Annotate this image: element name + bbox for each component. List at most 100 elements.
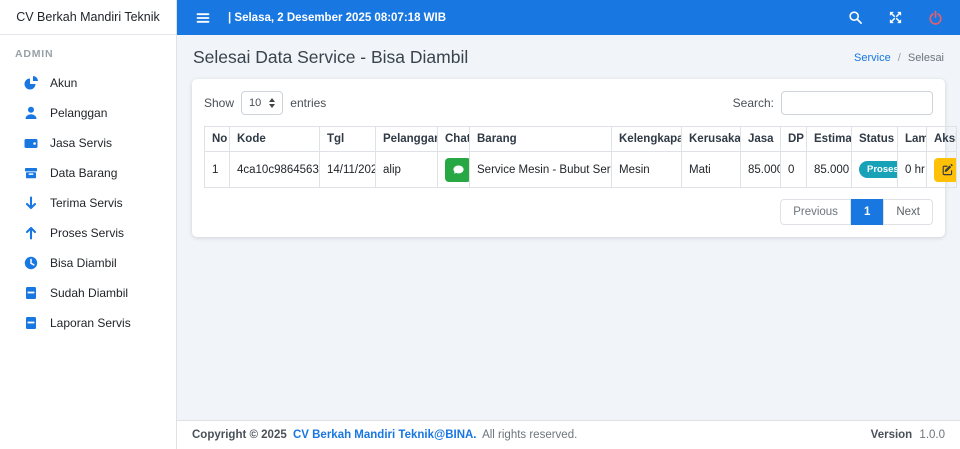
sidebar-item-proses-servis[interactable]: Proses Servis (0, 218, 176, 248)
sidebar-item-label: Proses Servis (50, 226, 125, 240)
breadcrumb: Service / Selesai (854, 52, 944, 64)
service-table: No Kode Tgl Pelanggan Chat Barang Keleng… (204, 126, 957, 188)
sidebar-item-data-barang[interactable]: Data Barang (0, 158, 176, 188)
search-input[interactable] (781, 91, 933, 115)
navbar-datetime: | Selasa, 2 Desember 2025 08:07:18 WIB (228, 11, 447, 24)
sidebar-item-label: Terima Servis (50, 196, 123, 210)
sidebar-item-label: Pelanggan (50, 106, 108, 120)
fullscreen-icon[interactable] (885, 8, 905, 28)
pagination-next-button[interactable]: Next (883, 199, 933, 225)
cell-kelengkapan: Mesin (611, 151, 682, 188)
sidebar-item-sudah-diambil[interactable]: Sudah Diambil (0, 278, 176, 308)
col-estimasi: Estimasi (806, 126, 852, 152)
sidebar-item-jasa-servis[interactable]: Jasa Servis (0, 128, 176, 158)
breadcrumb-link-service[interactable]: Service (854, 52, 891, 64)
col-pelanggan: Pelanggan (375, 126, 438, 152)
clock-icon (22, 255, 39, 272)
edit-button[interactable] (934, 157, 956, 182)
sidebar-item-terima-servis[interactable]: Terima Servis (0, 188, 176, 218)
content-area: Selesai Data Service - Bisa Diambil Serv… (177, 35, 960, 420)
box-icon (22, 165, 39, 182)
col-lama: Lama (897, 126, 927, 152)
journal-icon (22, 315, 39, 332)
breadcrumb-separator: / (897, 51, 901, 64)
show-entries-control: Show 10 entries (204, 91, 326, 115)
col-chat: Chat (437, 126, 470, 152)
wallet-icon (22, 135, 39, 152)
sidebar-item-pelanggan[interactable]: Pelanggan (0, 98, 176, 128)
version-value: 1.0.0 (919, 429, 945, 441)
col-jasa: Jasa (740, 126, 781, 152)
cell-tgl: 14/11/2025 (319, 151, 376, 188)
pagination-previous-button[interactable]: Previous (780, 199, 851, 225)
edit-pencil-icon (941, 163, 954, 176)
menu-icon[interactable] (192, 7, 214, 29)
col-aksi: Aksi (926, 126, 957, 152)
page-title: Selesai Data Service - Bisa Diambil (193, 47, 469, 67)
navbar-actions (845, 8, 945, 28)
sidebar-item-bisa-diambil[interactable]: Bisa Diambil (0, 248, 176, 278)
version-label: Version (870, 429, 913, 441)
sidebar-item-akun[interactable]: Akun (0, 68, 176, 98)
cell-kode: 4ca10c986456307f (229, 151, 320, 188)
sidebar-item-label: Jasa Servis (50, 136, 113, 150)
cell-dp: 0 (780, 151, 807, 188)
page-header: Selesai Data Service - Bisa Diambil Serv… (193, 47, 944, 68)
cell-status: Proses (851, 151, 898, 188)
entries-select-value: 10 (249, 97, 262, 109)
search-icon[interactable] (845, 8, 865, 28)
brand-header[interactable]: CV Berkah Mandiri Teknik (0, 0, 176, 35)
company-link[interactable]: CV Berkah Mandiri Teknik@BINA. (293, 429, 477, 441)
col-barang: Barang (469, 126, 612, 152)
top-navbar: | Selasa, 2 Desember 2025 08:07:18 WIB (177, 0, 960, 35)
col-dp: DP (780, 126, 807, 152)
table-row: 1 4ca10c986456307f 14/11/2025 alip (204, 151, 957, 188)
sidebar-section-label: ADMIN (15, 48, 54, 60)
journal-icon (22, 285, 39, 302)
footer-copyright: Copyright © 2025 CV Berkah Mandiri Tekni… (192, 429, 577, 441)
sidebar-item-laporan-servis[interactable]: Laporan Servis (0, 308, 176, 338)
footer-version: Version 1.0.0 (871, 429, 945, 441)
show-label: Show (204, 96, 235, 110)
entries-select[interactable]: 10 (241, 91, 284, 115)
power-icon[interactable] (925, 8, 945, 28)
sidebar-item-label: Data Barang (50, 166, 118, 180)
arrow-up-icon (22, 225, 39, 242)
pagination: Previous 1 Next (204, 199, 933, 225)
cell-lama: 0 hr (897, 151, 927, 188)
sidebar-item-label: Bisa Diambil (50, 256, 117, 270)
col-tgl: Tgl (319, 126, 376, 152)
arrow-down-icon (22, 195, 39, 212)
table-controls: Show 10 entries Search: (204, 91, 933, 115)
entries-label: entries (290, 96, 327, 110)
main-area: | Selasa, 2 Desember 2025 08:07:18 WIB S… (177, 0, 960, 449)
data-card: Show 10 entries Search: No Kode Tgl Pela… (192, 79, 957, 237)
sidebar-item-label: Laporan Servis (50, 316, 131, 330)
search-control: Search: (733, 91, 933, 115)
col-no: No (204, 126, 230, 152)
col-kode: Kode (229, 126, 320, 152)
whatsapp-chat-button[interactable] (445, 157, 469, 182)
app-root: CV Berkah Mandiri Teknik ADMIN Akun Pela… (0, 0, 960, 449)
cell-jasa: 85.000 (740, 151, 781, 188)
rights-text: All rights reserved. (482, 429, 578, 441)
sidebar-item-label: Akun (50, 76, 78, 90)
sidebar-item-label: Sudah Diambil (50, 286, 129, 300)
user-icon (22, 105, 39, 122)
chat-bubble-icon (451, 163, 465, 177)
col-kerusakan: Kerusakan (681, 126, 741, 152)
cell-estimasi: 85.000 (806, 151, 852, 188)
sidebar-menu: Akun Pelanggan Jasa Servis Data Barang T… (0, 68, 176, 338)
chevron-updown-icon (269, 98, 276, 108)
breadcrumb-current: Selesai (907, 51, 944, 64)
pie-chart-icon (22, 75, 39, 92)
table-header-row: No Kode Tgl Pelanggan Chat Barang Keleng… (204, 126, 957, 152)
cell-barang: Service Mesin - Bubut Seri 789 (469, 151, 612, 188)
status-badge: Proses (859, 161, 897, 178)
cell-aksi (926, 151, 957, 188)
cell-chat (437, 151, 470, 188)
col-status: Status (851, 126, 898, 152)
pagination-page-1-button[interactable]: 1 (850, 199, 884, 225)
cell-pelanggan: alip (375, 151, 438, 188)
brand-title: CV Berkah Mandiri Teknik (16, 10, 160, 24)
